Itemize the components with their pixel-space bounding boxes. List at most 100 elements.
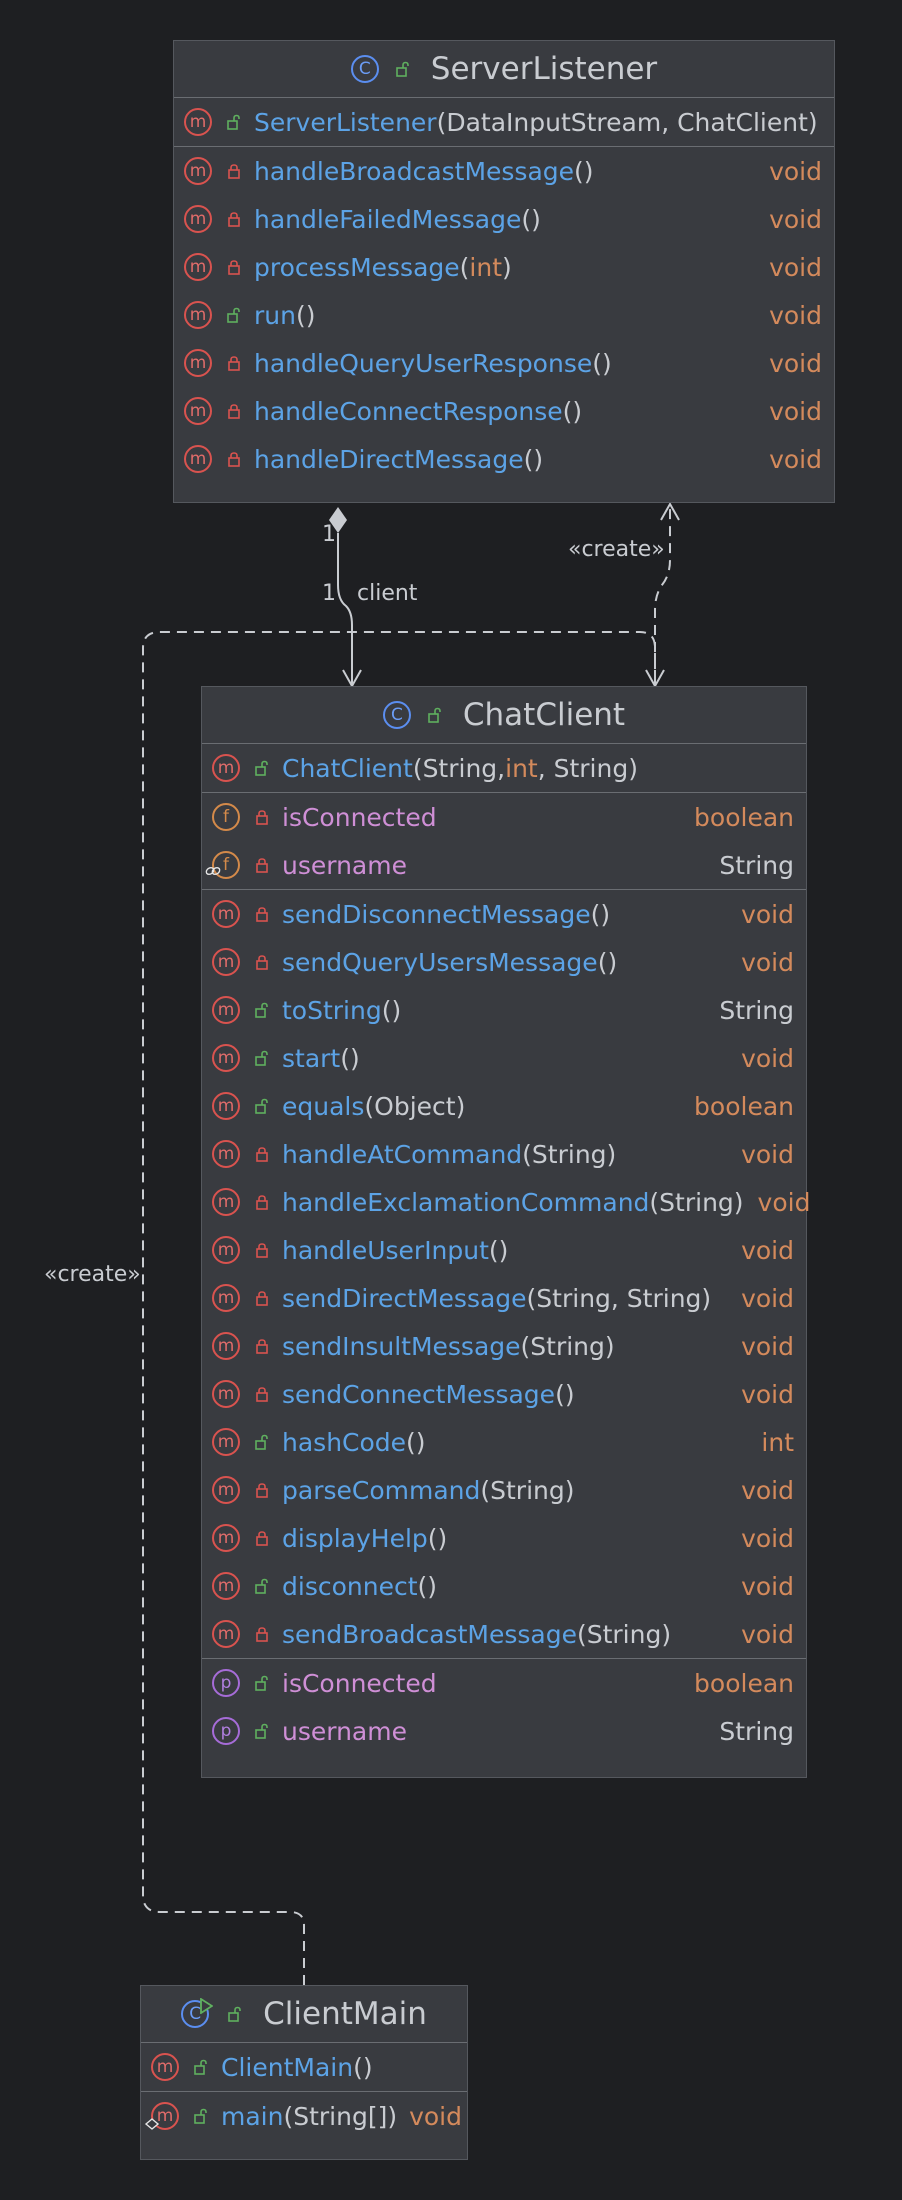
role-label: client [357,581,418,606]
class-title: ServerListener [430,51,658,87]
method-return-type: String [719,995,794,1025]
method-icon: m [184,349,212,377]
method-icon: m [184,445,212,473]
public-icon [250,1572,274,1600]
public-icon [250,1092,274,1120]
class-chat-client[interactable]: C ChatClient m ChatClient (String, int ,… [201,686,810,1778]
method-row[interactable]: m sendConnectMessage () void [202,1370,806,1418]
method-return-type: void [741,947,794,977]
method-return-type: int [761,1427,794,1457]
private-icon [250,1332,274,1360]
method-icon: m [151,2053,179,2081]
method-row[interactable]: m handleQueryUserResponse () void [174,339,834,387]
method-return-type: void [769,444,822,474]
field-type: boolean [694,802,794,832]
method-icon: m [212,1284,240,1312]
method-name: sendQueryUsersMessage [282,947,598,977]
method-row[interactable]: m displayHelp () void [202,1514,806,1562]
method-icon: m [184,301,212,329]
method-return-type: void [769,396,822,426]
class-server-listener[interactable]: C ServerListener m ServerListener (DataI… [173,40,835,503]
run-triangle-icon [200,1998,214,2014]
method-row[interactable]: m disconnect () void [202,1562,806,1610]
method-icon: m [212,948,240,976]
method-row[interactable]: m toString () String [202,986,806,1034]
method-row[interactable]: m sendDisconnectMessage () void [202,890,806,938]
private-icon [250,948,274,976]
private-icon [222,445,246,473]
field-icon: f [205,851,240,879]
constructor-row[interactable]: m ServerListener (DataInputStream, ChatC… [174,98,834,146]
property-type: String [719,1716,794,1746]
class-header: C ChatClient [202,687,806,744]
method-row[interactable]: m run () void [174,291,834,339]
method-params: () [562,396,583,426]
public-icon [222,301,246,329]
method-return-type: void [769,348,822,378]
method-row[interactable]: m parseCommand (String) void [202,1466,806,1514]
method-params: (String[]) [283,2101,398,2131]
method-row[interactable]: m hashCode () int [202,1418,806,1466]
method-name: sendDirectMessage [282,1283,527,1313]
method-icon: m [184,397,212,425]
constructors-section: m ServerListener (DataInputStream, ChatC… [174,98,834,147]
class-title: ClientMain [263,1996,427,2032]
private-icon [250,900,274,928]
method-row[interactable]: m handleUserInput () void [202,1226,806,1274]
method-params-close: ) [502,252,512,282]
method-row[interactable]: m processMessage ( int ) void [174,243,834,291]
private-icon [250,851,274,879]
method-row[interactable]: m handleBroadcastMessage () void [174,147,834,195]
method-icon: m [212,754,240,782]
property-icon: p [212,1717,240,1745]
class-icon: C [382,701,411,729]
method-row[interactable]: m handleDirectMessage () void [174,435,834,483]
method-params: (String, String) [526,1283,712,1313]
property-type: boolean [694,1668,794,1698]
method-icon: m [212,1140,240,1168]
method-row[interactable]: m handleExclamationCommand (String) void [202,1178,810,1226]
method-icon: m [212,1524,240,1552]
method-icon: m [212,1380,240,1408]
field-row[interactable]: f isConnected boolean [202,793,806,841]
method-name: run [254,300,296,330]
public-icon [189,2102,213,2130]
method-icon: m [184,205,212,233]
class-client-main[interactable]: C ClientMain m ClientMain () m main (Str… [140,1985,468,2160]
method-row[interactable]: m sendDirectMessage (String, String) void [202,1274,806,1322]
property-row[interactable]: p username String [202,1707,806,1755]
public-icon [250,1044,274,1072]
constructor-row[interactable]: m ChatClient (String, int , String) [202,744,806,792]
method-row[interactable]: m main (String[]) void [141,2092,467,2140]
method-name: processMessage [254,252,460,282]
public-icon [250,1428,274,1456]
property-icon: p [212,1669,240,1697]
method-row[interactable]: m equals (Object) boolean [202,1082,806,1130]
private-icon [250,1236,274,1264]
method-return-type: void [741,1475,794,1505]
public-icon [391,55,415,83]
method-return-type: void [741,1235,794,1265]
method-name: start [282,1043,341,1073]
methods-section: m handleBroadcastMessage () void m handl… [174,147,834,483]
class-title: ChatClient [462,697,626,733]
method-row[interactable]: m handleFailedMessage () void [174,195,834,243]
method-row[interactable]: m sendQueryUsersMessage () void [202,938,806,986]
method-row[interactable]: m sendInsultMessage (String) void [202,1322,806,1370]
property-row[interactable]: p isConnected boolean [202,1659,806,1707]
public-icon [223,2000,247,2028]
method-row[interactable]: m handleConnectResponse () void [174,387,834,435]
method-row[interactable]: m start () void [202,1034,806,1082]
constructor-row[interactable]: m ClientMain () [141,2043,467,2091]
method-row[interactable]: m handleAtCommand (String) void [202,1130,806,1178]
method-params: () [521,204,541,234]
constructor-params-keyword: int [505,753,538,783]
multiplicity-source: 1 [322,522,336,547]
method-name: disconnect [282,1571,418,1601]
method-row[interactable]: m sendBroadcastMessage (String) void [202,1610,806,1658]
field-row[interactable]: f username String [202,841,806,889]
method-icon: m [212,1044,240,1072]
method-icon: m [212,1428,240,1456]
method-params: (String) [520,1331,615,1361]
constructor-params-close: , String) [537,753,638,783]
